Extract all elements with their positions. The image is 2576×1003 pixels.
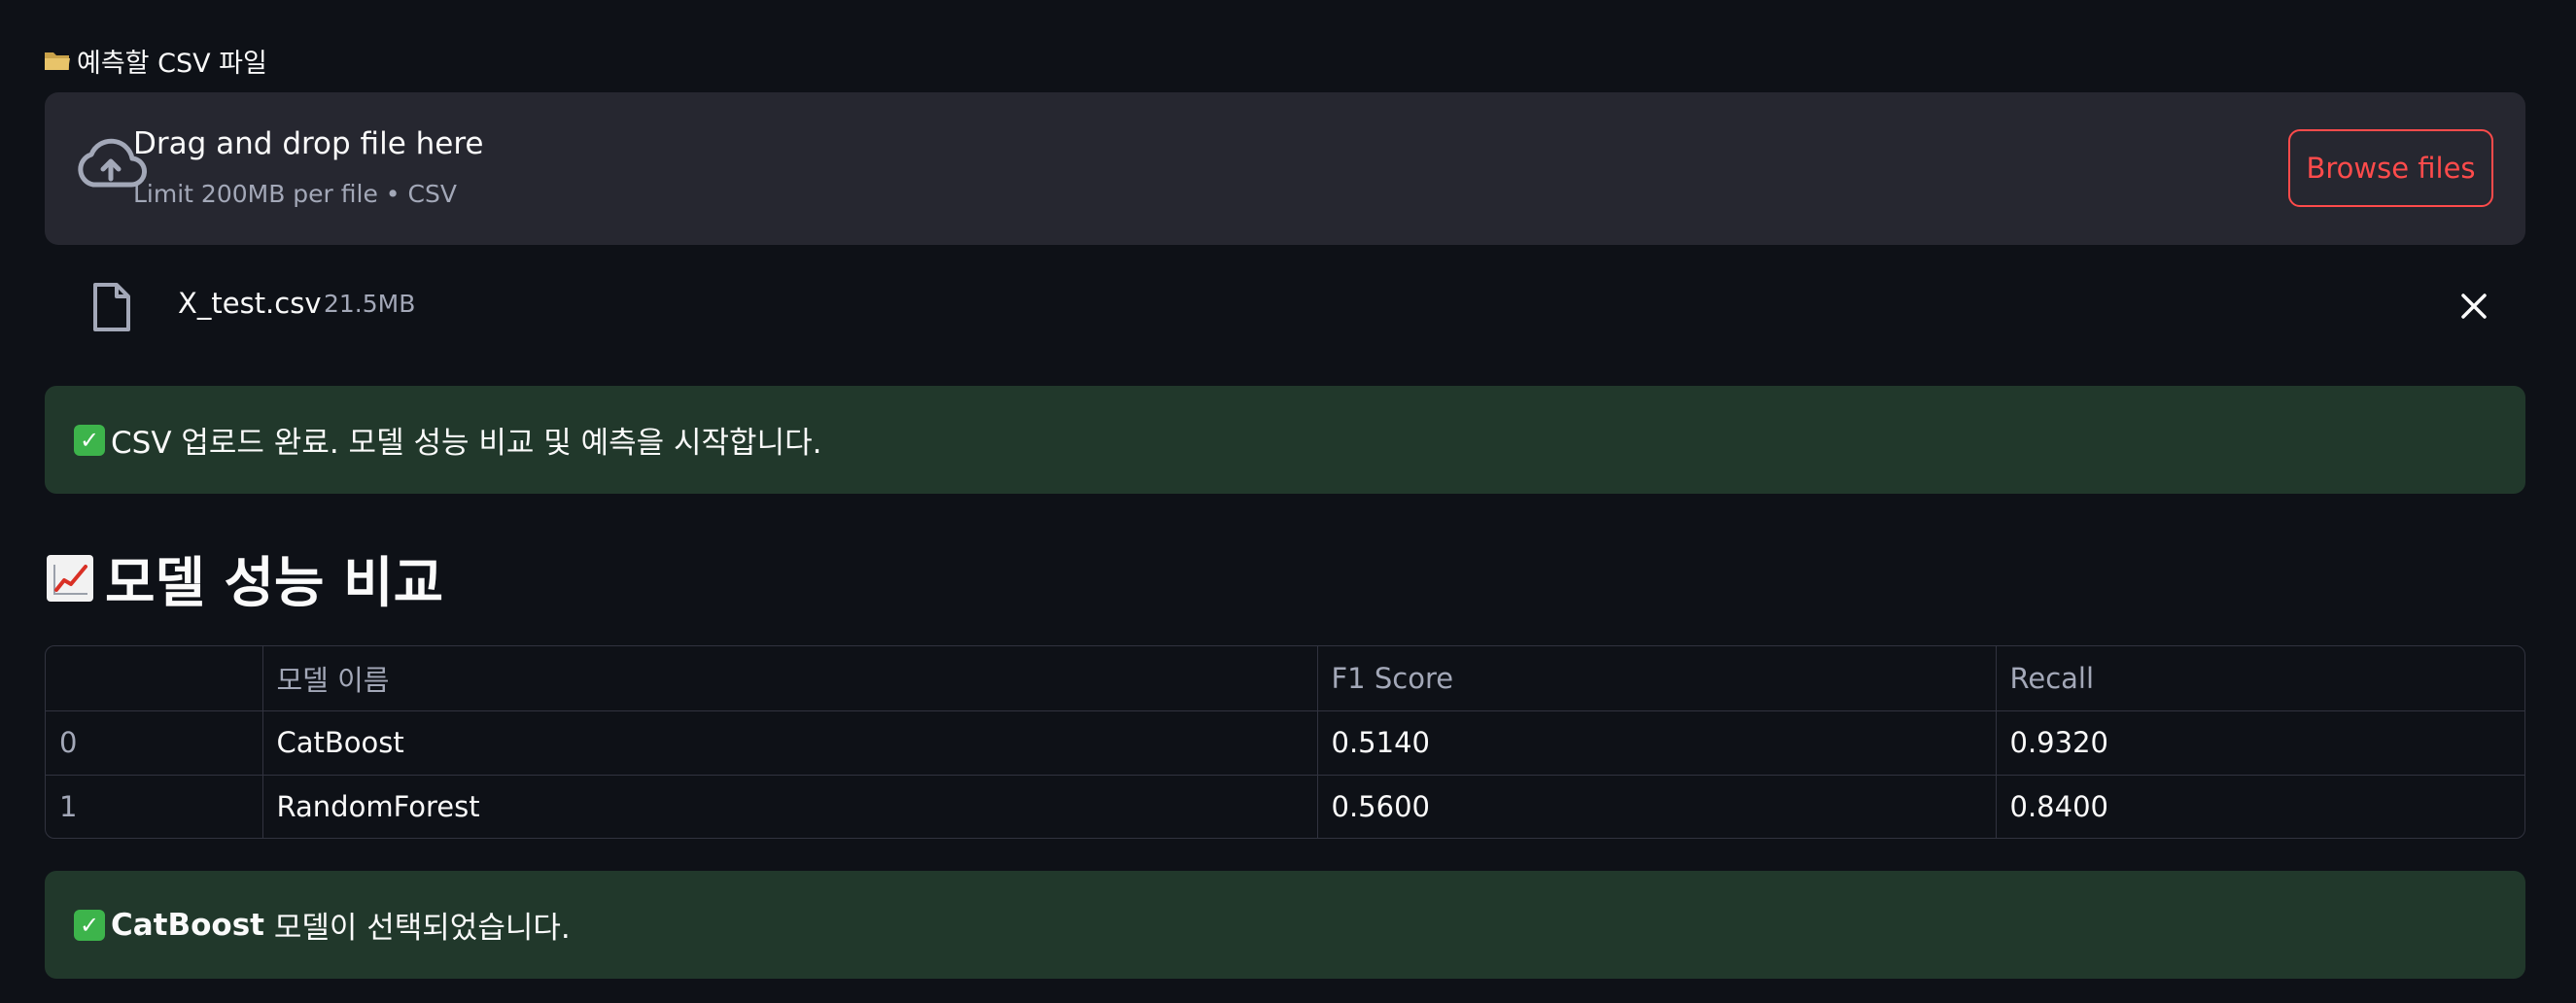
page-title: 모델 성능 비교 <box>45 544 443 615</box>
check-mark-icon: ✓ <box>74 909 105 941</box>
column-header-index[interactable] <box>46 646 263 711</box>
close-icon[interactable] <box>2459 292 2489 321</box>
table-cell-f1-score[interactable]: 0.5140 <box>1317 710 1997 776</box>
check-mark-icon: ✓ <box>74 424 105 456</box>
model-selected-alert: ✓ CatBoost 모델이 선택되었습니다. <box>45 871 2525 979</box>
dropzone-title: Drag and drop file here <box>133 126 484 161</box>
table-cell-index[interactable]: 0 <box>46 710 263 776</box>
upload-success-alert: ✓ CSV 업로드 완료. 모델 성능 비교 및 예측을 시작합니다. <box>45 386 2525 494</box>
uploader-label-text: 예측할 CSV 파일 <box>77 48 267 79</box>
section-title: 모델 성능 비교 <box>105 551 444 615</box>
upload-success-text: CSV 업로드 완료. 모델 성능 비교 및 예측을 시작합니다. <box>111 426 822 461</box>
dropzone-subtitle: Limit 200MB per file • CSV <box>133 180 457 208</box>
column-header-model-name[interactable]: 모델 이름 <box>262 646 1318 711</box>
table-cell-model-name[interactable]: RandomForest <box>262 775 1318 838</box>
table-cell-recall[interactable]: 0.9320 <box>1996 710 2524 776</box>
file-dropzone[interactable] <box>45 92 2525 245</box>
file-icon <box>93 283 130 331</box>
folder-icon <box>45 52 70 70</box>
uploaded-file-name: X_test.csv <box>178 287 322 320</box>
chart-increasing-icon <box>47 555 93 602</box>
column-header-f1-score[interactable]: F1 Score <box>1317 646 1997 711</box>
selected-model-name: CatBoost <box>111 907 264 943</box>
table-header-row: 모델 이름 F1 Score Recall <box>46 646 2524 711</box>
browse-files-button[interactable]: Browse files <box>2288 129 2493 207</box>
uploaded-file-size: 21.5MB <box>324 290 416 318</box>
table-cell-index[interactable]: 1 <box>46 775 263 838</box>
model-selected-text: 모델이 선택되었습니다. <box>263 911 571 946</box>
table-cell-recall[interactable]: 0.8400 <box>1996 775 2524 838</box>
app-page: 예측할 CSV 파일 Drag and drop file here Limit… <box>0 0 2576 1003</box>
table-row: 0 CatBoost 0.5140 0.9320 <box>46 710 2524 776</box>
column-header-recall[interactable]: Recall <box>1996 646 2524 711</box>
table-cell-f1-score[interactable]: 0.5600 <box>1317 775 1997 838</box>
table-row: 1 RandomForest 0.5600 0.8400 <box>46 775 2524 838</box>
model-comparison-table: 모델 이름 F1 Score Recall 0 CatBoost 0.5140 … <box>45 645 2525 839</box>
table-cell-model-name[interactable]: CatBoost <box>262 710 1318 776</box>
uploader-label: 예측할 CSV 파일 <box>44 41 267 80</box>
